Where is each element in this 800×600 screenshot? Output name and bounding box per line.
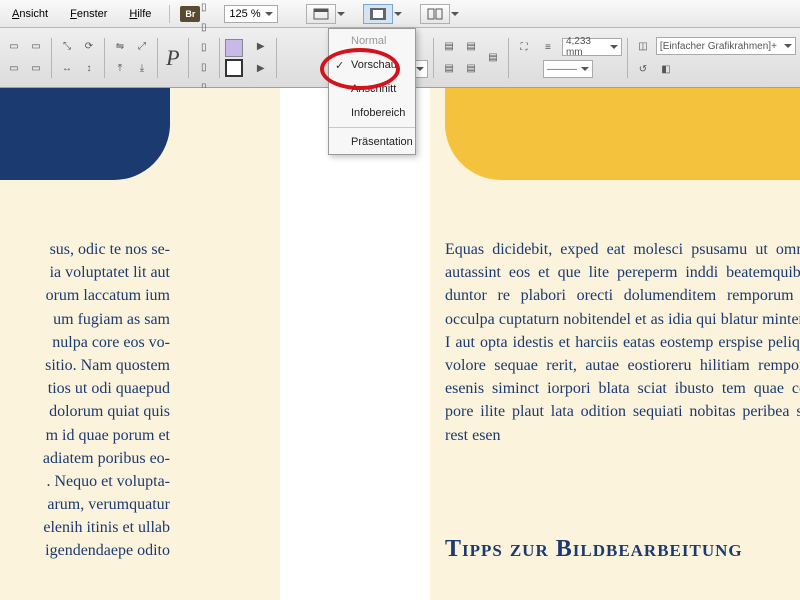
- chevron-down-icon: [394, 12, 402, 16]
- formatting-text-icon[interactable]: ▶: [251, 37, 271, 57]
- page-gutter: [280, 88, 430, 600]
- screen-mode-button[interactable]: [363, 4, 402, 24]
- zoom-level-field[interactable]: 125 %: [224, 5, 277, 23]
- menu-ansicht[interactable]: AAnsichtnsicht: [4, 5, 56, 23]
- dropdown-item-vorschau[interactable]: ✓ Vorschau: [329, 53, 415, 77]
- menu-bar: AAnsichtnsicht FensterFenster HilfeHilfe…: [0, 0, 800, 28]
- check-icon: ✓: [335, 59, 344, 72]
- stroke-weight-field[interactable]: 4,233 mm: [562, 38, 622, 56]
- section-heading: Tipps zur Bildbearbeitung: [445, 536, 743, 563]
- flip-rotate-controls[interactable]: ⇋⤢ ⤒⤓: [110, 37, 152, 79]
- fill-stroke-swatches[interactable]: [225, 39, 243, 77]
- decorative-shape-blue: [0, 88, 170, 180]
- text-wrap-extra-icon[interactable]: ▤: [483, 48, 503, 68]
- style-options-icon[interactable]: ◧: [656, 59, 676, 79]
- chevron-down-icon: [451, 12, 459, 16]
- transform-controls[interactable]: ⤡⟳ ↔↕: [57, 37, 99, 79]
- arrange-documents-button[interactable]: [420, 4, 459, 24]
- dropdown-item-normal[interactable]: Normal: [329, 29, 415, 53]
- stroke-style-field[interactable]: ———: [543, 60, 593, 78]
- separator: [169, 5, 170, 23]
- reference-point-proxy[interactable]: ▭▭ ▭▭: [4, 37, 46, 79]
- fill-swatch-icon[interactable]: [225, 39, 243, 57]
- menu-fenster[interactable]: FensterFenster: [62, 5, 115, 23]
- dropdown-item-anschnitt[interactable]: Anschnitt: [329, 77, 415, 101]
- screen-mode-dropdown: Normal ✓ Vorschau Anschnitt Infobereich …: [328, 28, 416, 155]
- character-mode-icon[interactable]: P: [163, 48, 183, 68]
- stroke-swatch-icon[interactable]: [225, 59, 243, 77]
- crop-icon[interactable]: ⛶: [514, 37, 534, 57]
- page-right[interactable]: Equas dicidebit, exped eat molesci psusa…: [430, 88, 800, 600]
- dropdown-item-infobereich[interactable]: Infobereich: [329, 101, 415, 125]
- menu-hilfe[interactable]: HilfeHilfe: [121, 5, 159, 23]
- document-canvas: sus, odic te nos se- ia voluptatet lit a…: [0, 88, 800, 600]
- stroke-type-icon[interactable]: ≡: [538, 37, 558, 57]
- decorative-shape-yellow: [445, 88, 800, 180]
- body-text-right: Equas dicidebit, exped eat molesci psusa…: [445, 238, 800, 447]
- text-wrap-controls[interactable]: ▤▤ ▤▤: [439, 37, 481, 79]
- object-style-dropdown[interactable]: [Einfacher Grafikrahmen]+: [656, 37, 796, 55]
- view-options-button[interactable]: [306, 4, 345, 24]
- zoom-value: 125 %: [229, 8, 260, 20]
- clear-overrides-icon[interactable]: ↺: [633, 59, 653, 79]
- dropdown-divider: [329, 127, 415, 128]
- body-text-left: sus, odic te nos se- ia voluptatet lit a…: [0, 238, 170, 563]
- chevron-down-icon: [337, 12, 345, 16]
- page-left[interactable]: sus, odic te nos se- ia voluptatet lit a…: [0, 88, 280, 600]
- object-style-icon: ◫: [633, 36, 653, 56]
- formatting-container-icon[interactable]: ▶: [251, 59, 271, 79]
- chevron-down-icon: [265, 12, 273, 16]
- dropdown-item-praesentation[interactable]: Präsentation: [329, 130, 415, 154]
